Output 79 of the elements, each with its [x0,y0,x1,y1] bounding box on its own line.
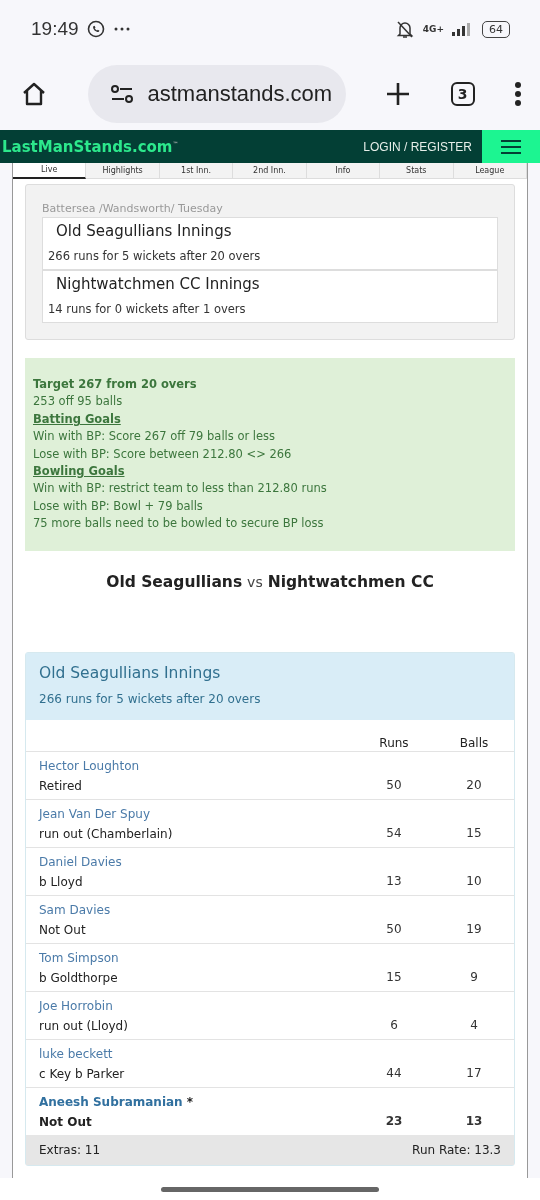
balls-cell-text: 13 [464,1113,484,1129]
tab[interactable]: Info [306,163,381,179]
runs-cell-text: 50 [385,777,403,793]
dismissal-text: Not Out [39,1114,93,1129]
runs-cell-text: 44 [385,1065,403,1081]
innings-title: Nightwatchmen CC Innings [55,275,261,293]
battery-indicator: 64 [482,20,510,38]
dismissal-text: c Key b Parker [39,1066,126,1081]
tab[interactable]: Stats [380,163,454,179]
tab[interactable]: Highlights [86,163,160,179]
network-label: 4G+ [422,24,444,34]
runs-cell-text: 23 [384,1113,404,1129]
balls-cell-text: 15 [465,825,483,841]
batter-link[interactable]: Jean Van Der Spuy [39,806,151,821]
batter-link[interactable]: Joe Horrobin [39,998,113,1013]
tab[interactable]: League [453,163,527,179]
extras-text: Extras: 11 [39,1142,101,1157]
tab[interactable]: 1st Inn. [159,163,234,179]
column-header: Runs [378,735,410,750]
runs-cell-text: 15 [385,969,403,985]
dismissal-text: Retired [39,778,83,793]
menu-dots-icon[interactable] [514,81,522,107]
balls-cell-text: 17 [465,1065,483,1081]
muted-bell-icon [394,19,415,39]
target-heading: Target 267 from 20 overs [33,376,198,393]
menu-icon [500,138,522,155]
goal-line: Win with BP: restrict team to less than 212.80 runs [33,480,328,498]
tab[interactable]: Live [13,163,87,179]
goals-link[interactable]: Batting Goals [33,410,507,429]
balls-cell-text: 9 [469,969,479,985]
status-time: 19:49 [31,18,79,40]
balls-cell-text: 20 [465,777,483,793]
batter-link[interactable]: Tom Simpson [39,950,119,965]
batter-link[interactable]: Aneesh Subramanian [39,1094,183,1109]
innings-score: 266 runs for 5 wickets after 20 overs [39,691,262,706]
address-bar[interactable]: astmanstands.com [87,65,346,123]
runs-cell-text: 6 [389,1017,399,1033]
innings-title: Old Seagullians Innings [39,663,222,682]
site-logo[interactable]: LastManStands.com$^{™}$ [0,137,179,156]
menu-button[interactable] [482,130,540,163]
goal-line: Lose with BP: Score between 212.80 <> 266 [33,445,293,463]
url-text: astmanstands.com [147,81,333,107]
goal-line: 253 off 95 balls [33,393,124,411]
innings-score: 14 runs for 0 wickets after 1 overs [48,302,247,316]
run-rate-text: Run Rate: 13.3 [412,1142,501,1157]
balls-cell-text: 4 [469,1017,479,1033]
dismissal-text: b Lloyd [39,874,84,889]
site-settings-icon [109,84,134,104]
innings-score: 266 runs for 5 wickets after 20 overs [48,249,262,263]
goals-link[interactable]: Bowling Goals [33,463,507,481]
batter-link[interactable]: Sam Davies [39,902,111,917]
goal-line: 75 more balls need to be bowled to secure BP loss [33,515,325,533]
more-dots-icon [112,26,131,32]
venue-label: Battersea /Wandsworth/ Tuesday [42,202,224,215]
balls-cell-text: 19 [465,921,483,937]
runs-cell-text: 54 [385,825,403,841]
dismissal-text: run out (Chamberlain) [39,826,174,841]
captain-marker: * [186,1094,193,1109]
batter-link[interactable]: luke beckett [39,1046,113,1061]
dismissal-text: b Goldthorpe [39,970,119,985]
runs-cell-text: 50 [385,921,403,937]
goal-line: Win with BP: Score 267 off 79 balls or less [33,428,277,446]
dismissal-text: Not Out [39,922,87,937]
tab[interactable]: 2nd Inn. [233,163,307,179]
chat-app-icon [86,20,105,38]
vs-label: vs [247,573,263,590]
goal-line: Lose with BP: Bowl + 79 balls [33,497,204,515]
tab-count-button[interactable]: 3 [450,82,475,106]
column-header: Balls [458,735,490,750]
team-name: Nightwatchmen CC [267,572,434,591]
batter-link[interactable]: Hector Loughton [39,758,140,773]
runs-cell-text: 13 [385,873,403,889]
batter-link[interactable]: Daniel Davies [39,854,122,869]
login-register-link[interactable]: LOGIN / REGISTER [363,139,482,154]
balls-cell-text: 10 [465,873,483,889]
team-name: Old Seagullians [106,572,243,591]
new-tab-plus-icon[interactable] [385,81,411,107]
innings-title: Old Seagullians Innings [55,222,233,240]
dismissal-text: run out (Lloyd) [39,1018,129,1033]
